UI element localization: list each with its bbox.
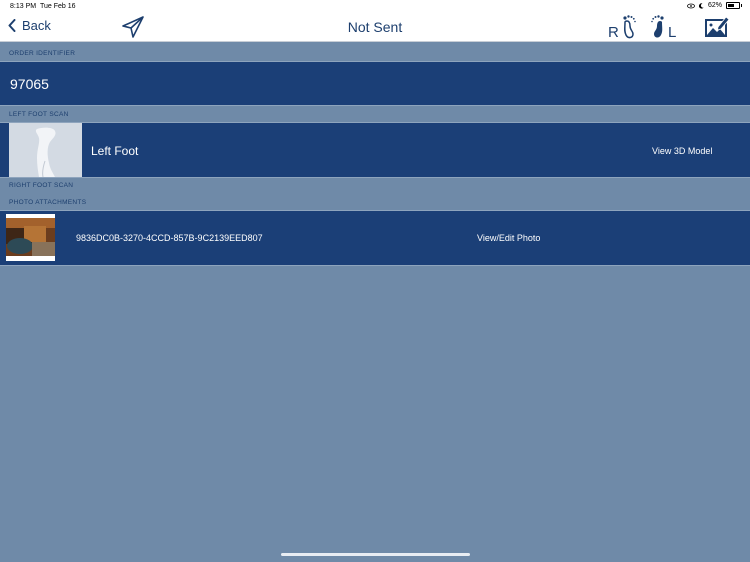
status-time: 8:13 PM [10, 3, 37, 10]
battery-percent: 62% [707, 2, 722, 9]
left-foot-scan-button[interactable]: L [650, 14, 676, 40]
home-indicator [281, 553, 470, 556]
moon-icon [698, 2, 704, 9]
right-foot-scan-button[interactable]: R [608, 14, 637, 40]
photo-thumbnail [6, 214, 55, 261]
left-foot-letter: L [668, 24, 677, 41]
status-date: Tue Feb 16 [40, 3, 76, 10]
foot-model-image [9, 123, 82, 177]
status-right: 62% [687, 2, 742, 9]
photo-edit-icon [705, 16, 730, 37]
left-foot-icon [651, 15, 664, 38]
orientation-lock-icon [687, 3, 695, 8]
right-foot-letter: R [608, 24, 619, 41]
order-identifier-header: ORDER IDENTIFIER [9, 50, 76, 57]
photo-image [6, 218, 55, 256]
status-bar: 8:13 PM Tue Feb 16 62% [0, 0, 750, 13]
page-title: Not Sent [347, 19, 403, 35]
order-identifier-row: 97065 [0, 61, 750, 106]
photo-attachment-id: 9836DC0B-3270-4CCD-857B-9C2139EED807 [76, 233, 263, 243]
photo-attachment-row[interactable]: 9836DC0B-3270-4CCD-857B-9C2139EED807 Vie… [0, 210, 750, 266]
photo-attachments-header: PHOTO ATTACHMENTS [9, 199, 87, 206]
right-foot-scan-header: RIGHT FOOT SCAN [9, 182, 74, 189]
left-foot-scan-row[interactable]: Left Foot View 3D Model [0, 122, 750, 178]
order-identifier-value: 97065 [10, 76, 49, 92]
view-3d-model-link[interactable]: View 3D Model [652, 146, 712, 156]
left-foot-scan-thumbnail [9, 123, 82, 177]
battery-fill [728, 4, 735, 7]
navigation-bar: Back Not Sent R L [0, 13, 750, 42]
battery-icon [726, 2, 742, 9]
add-photo-button[interactable] [704, 15, 730, 44]
right-foot-icon [623, 15, 636, 39]
left-foot-scan-header: LEFT FOOT SCAN [9, 111, 69, 118]
view-edit-photo-link[interactable]: View/Edit Photo [477, 233, 540, 243]
left-foot-scan-label: Left Foot [91, 144, 139, 158]
